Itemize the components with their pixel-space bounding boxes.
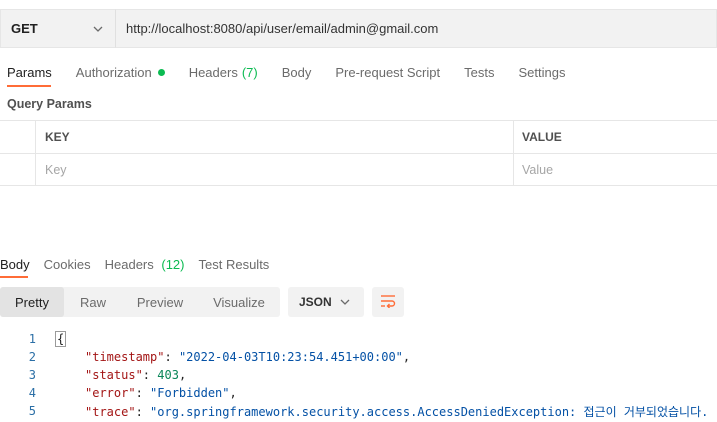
tab-label: Settings — [518, 64, 566, 80]
active-response-tab-indicator — [0, 276, 28, 278]
tab-label: Headers — [188, 64, 238, 80]
tab-label: Body — [0, 256, 30, 272]
json-brace: { — [55, 331, 67, 347]
method-select[interactable]: GET — [0, 9, 115, 48]
tab-label: Cookies — [43, 256, 91, 272]
json-tail: , — [178, 368, 187, 382]
json-value: 403 — [157, 368, 179, 382]
view-pretty-button[interactable]: Pretty — [0, 287, 64, 317]
tab-pre-request-script[interactable]: Pre-request Script — [335, 65, 440, 80]
code-line: 1 { — [0, 330, 717, 348]
format-label: JSON — [299, 295, 332, 309]
tab-headers[interactable]: Headers (7) — [189, 65, 258, 80]
line-number: 1 — [28, 332, 36, 346]
tab-body[interactable]: Body — [282, 65, 312, 80]
response-tabs: Body Cookies Headers (12) Test Results — [0, 254, 283, 274]
tab-cookies[interactable]: Cookies — [44, 257, 91, 272]
code-line: 5 "trace": "org.springframework.security… — [0, 402, 717, 420]
column-header: KEY — [45, 130, 70, 144]
code-text: "error": "Forbidden", — [55, 386, 237, 400]
json-key: "status" — [85, 368, 143, 382]
tab-label: Headers — [104, 256, 154, 272]
code-line: 3 "status": 403, — [0, 366, 717, 384]
line-number: 2 — [28, 350, 36, 364]
wrap-lines-icon — [380, 294, 396, 311]
value-input[interactable]: Value — [514, 154, 717, 185]
json-value: "2022-04-03T10:23:54.451+00:00" — [178, 350, 403, 364]
response-headers-count: (12) — [161, 256, 185, 272]
chevron-down-icon — [91, 22, 105, 36]
tab-authorization[interactable]: Authorization — [76, 65, 165, 80]
code-text: "trace": "org.springframework.security.a… — [55, 403, 708, 420]
tab-test-results[interactable]: Test Results — [199, 257, 270, 272]
tab-settings[interactable]: Settings — [518, 65, 565, 80]
format-select[interactable]: JSON — [288, 287, 364, 317]
checkbox-column — [0, 121, 36, 153]
table-header-row: KEY VALUE — [0, 120, 717, 153]
json-key: "timestamp" — [85, 350, 165, 364]
tab-response-headers[interactable]: Headers (12) — [105, 257, 185, 272]
code-text: "timestamp": "2022-04-03T10:23:54.451+00… — [55, 350, 410, 364]
chevron-down-icon — [338, 295, 352, 309]
json-sep: : — [164, 350, 179, 364]
tab-label: Pre-request Script — [335, 64, 441, 80]
view-preview-button[interactable]: Preview — [122, 287, 198, 317]
column-header: VALUE — [522, 130, 562, 144]
code-text: "status": 403, — [55, 368, 186, 382]
code-line: 4 "error": "Forbidden", — [0, 384, 717, 402]
json-key: "error" — [85, 386, 136, 400]
tab-tests[interactable]: Tests — [464, 65, 494, 80]
wrap-lines-button[interactable] — [372, 287, 404, 317]
headers-count: (7) — [241, 64, 258, 80]
line-number: 4 — [28, 386, 36, 400]
method-label: GET — [11, 21, 38, 36]
request-tabs: Params Authorization Headers (7) Body Pr… — [0, 60, 589, 84]
row-checkbox[interactable] — [0, 154, 36, 185]
line-number: 5 — [28, 404, 36, 418]
tab-params[interactable]: Params — [7, 65, 52, 80]
view-raw-button[interactable]: Raw — [64, 287, 122, 317]
code-line: 2 "timestamp": "2022-04-03T10:23:54.451+… — [0, 348, 717, 366]
line-number: 3 — [28, 368, 36, 382]
view-visualize-button[interactable]: Visualize — [198, 287, 280, 317]
tab-label: Body — [281, 64, 312, 80]
json-value: "Forbidden" — [150, 386, 230, 400]
tab-label: Params — [7, 64, 52, 80]
active-tab-indicator — [7, 85, 51, 87]
query-params-table: KEY VALUE Key Value — [0, 120, 717, 186]
json-sep: : — [135, 386, 151, 400]
view-mode-group: Pretty Raw Preview Visualize — [0, 287, 280, 317]
json-tail: , — [229, 386, 237, 400]
value-column-header: VALUE — [514, 121, 717, 153]
query-params-title: Query Params — [7, 97, 92, 111]
json-key: "trace" — [85, 404, 136, 419]
key-placeholder: Key — [45, 162, 67, 177]
key-input[interactable]: Key — [36, 154, 514, 185]
key-column-header: KEY — [36, 121, 514, 153]
table-row: Key Value — [0, 153, 717, 186]
json-sep: : — [135, 404, 151, 419]
tab-label: Authorization — [75, 64, 152, 80]
code-text: { — [55, 331, 67, 347]
tab-label: Tests — [464, 64, 495, 80]
tab-label: Test Results — [198, 256, 270, 272]
response-body-viewer[interactable]: 1 { 2 "timestamp": "2022-04-03T10:23:54.… — [0, 330, 717, 420]
value-placeholder: Value — [522, 162, 554, 177]
url-input[interactable]: http://localhost:8080/api/user/email/adm… — [115, 9, 717, 48]
tab-response-body[interactable]: Body — [0, 257, 30, 272]
status-dot-icon — [157, 68, 165, 76]
json-value: "org.springframework.security.access.Acc… — [150, 404, 709, 419]
json-tail: , — [402, 350, 411, 364]
request-bar: GET http://localhost:8080/api/user/email… — [0, 9, 717, 48]
json-sep: : — [142, 368, 158, 382]
